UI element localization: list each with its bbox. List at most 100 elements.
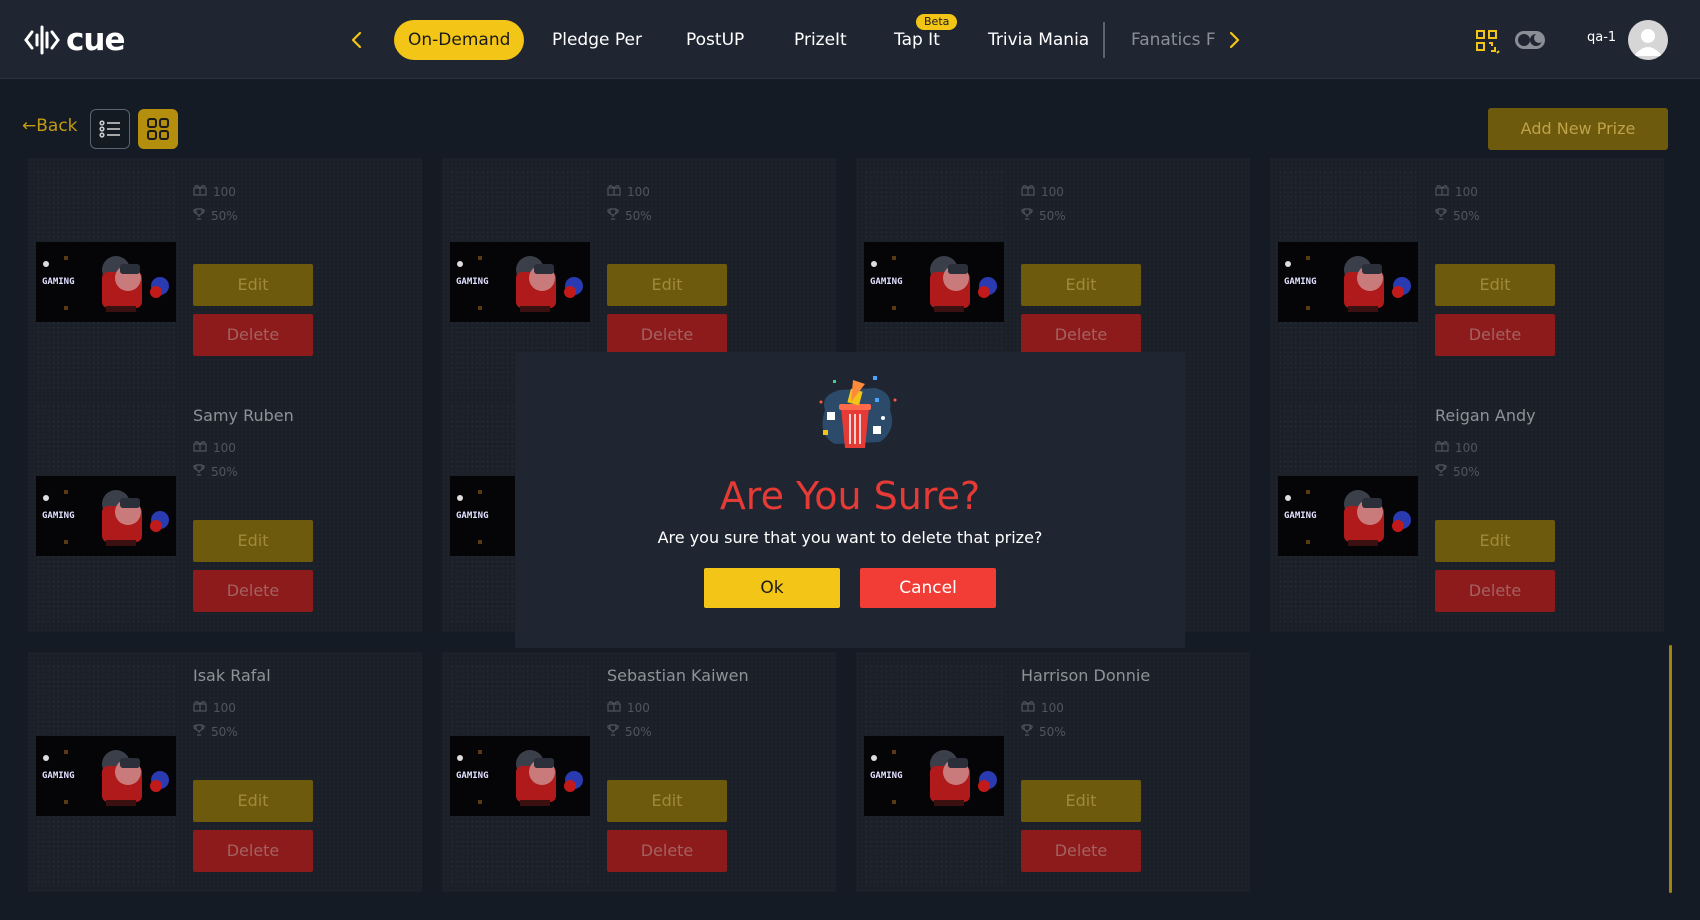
list-icon bbox=[99, 120, 120, 138]
prize-points: 100 bbox=[193, 700, 236, 715]
delete-confirm-dialog: Are You Sure? Are you sure that you want… bbox=[515, 352, 1185, 648]
thumbnail-text: GAMING bbox=[870, 771, 903, 781]
edit-button[interactable]: Edit bbox=[607, 780, 727, 822]
thumbnail-text: GAMING bbox=[870, 277, 903, 287]
percent-value: 50% bbox=[1039, 724, 1066, 739]
gaming-thumbnail-icon: GAMING bbox=[864, 736, 1004, 816]
delete-button[interactable]: Delete bbox=[193, 830, 313, 872]
edit-button[interactable]: Edit bbox=[1021, 780, 1141, 822]
top-nav-bar: cue On-Demand Pledge Per PostUP PrizeIt … bbox=[0, 0, 1700, 79]
edit-button[interactable]: Edit bbox=[607, 264, 727, 306]
grid-view-button[interactable] bbox=[138, 109, 178, 149]
trophy-icon bbox=[607, 208, 619, 223]
percent-value: 50% bbox=[1453, 464, 1480, 479]
thumbnail-text: GAMING bbox=[1284, 511, 1317, 521]
tab-trivia-mania[interactable]: Trivia Mania bbox=[988, 20, 1089, 60]
dialog-message: Are you sure that you want to delete tha… bbox=[657, 528, 1043, 547]
user-icon bbox=[1634, 29, 1662, 56]
percent-value: 50% bbox=[211, 464, 238, 479]
prize-percent: 50% bbox=[607, 208, 652, 223]
thumbnail-text: GAMING bbox=[456, 771, 489, 781]
prize-card: GAMING 100 50% Edit Delete bbox=[28, 158, 422, 398]
gaming-thumbnail-icon: GAMING bbox=[450, 242, 590, 322]
prize-name: Reigan Andy bbox=[1435, 406, 1536, 425]
avatar[interactable] bbox=[1628, 20, 1668, 60]
edit-button[interactable]: Edit bbox=[193, 520, 313, 562]
tab-pledge-per[interactable]: Pledge Per bbox=[552, 20, 642, 60]
delete-button[interactable]: Delete bbox=[607, 314, 727, 356]
add-new-prize-button[interactable]: Add New Prize bbox=[1488, 108, 1668, 150]
prize-name: Isak Rafal bbox=[193, 666, 271, 685]
points-value: 100 bbox=[627, 700, 650, 715]
ok-button[interactable]: Ok bbox=[704, 568, 840, 608]
points-value: 100 bbox=[627, 184, 650, 199]
tab-prizeit[interactable]: PrizeIt bbox=[794, 20, 847, 60]
delete-button[interactable]: Delete bbox=[1435, 570, 1555, 612]
points-value: 100 bbox=[213, 440, 236, 455]
edit-button[interactable]: Edit bbox=[1435, 264, 1555, 306]
delete-button[interactable]: Delete bbox=[1435, 314, 1555, 356]
prize-thumbnail: GAMING bbox=[36, 476, 176, 556]
prize-points: 100 bbox=[193, 184, 236, 199]
thumbnail-text: GAMING bbox=[42, 277, 75, 287]
tab-on-demand[interactable]: On-Demand bbox=[394, 20, 525, 60]
prize-card: GAMING Isak Rafal 100 50% Edit Delete bbox=[28, 652, 422, 892]
beta-badge: Beta bbox=[916, 14, 958, 30]
gaming-thumbnail-icon: GAMING bbox=[864, 242, 1004, 322]
prize-points: 100 bbox=[193, 440, 236, 455]
delete-button[interactable]: Delete bbox=[193, 570, 313, 612]
prize-percent: 50% bbox=[1021, 208, 1066, 223]
prize-points: 100 bbox=[1435, 184, 1478, 199]
prize-thumbnail: GAMING bbox=[36, 242, 176, 322]
points-value: 100 bbox=[1041, 700, 1064, 715]
edit-button[interactable]: Edit bbox=[1021, 264, 1141, 306]
gaming-thumbnail-icon: GAMING bbox=[36, 476, 176, 556]
gaming-thumbnail-icon: GAMING bbox=[36, 736, 176, 816]
trophy-icon bbox=[193, 208, 205, 223]
edit-button[interactable]: Edit bbox=[193, 780, 313, 822]
percent-value: 50% bbox=[1039, 208, 1066, 223]
prize-thumbnail: GAMING bbox=[450, 736, 590, 816]
delete-button[interactable]: Delete bbox=[607, 830, 727, 872]
percent-value: 50% bbox=[625, 724, 652, 739]
prize-thumbnail: GAMING bbox=[1278, 242, 1418, 322]
prize-percent: 50% bbox=[1435, 464, 1480, 479]
gift-icon bbox=[1021, 184, 1035, 199]
edit-button[interactable]: Edit bbox=[193, 264, 313, 306]
gift-icon bbox=[193, 700, 207, 715]
prize-points: 100 bbox=[1021, 700, 1064, 715]
delete-button[interactable]: Delete bbox=[1021, 314, 1141, 356]
scrollbar-thumb[interactable] bbox=[1669, 645, 1672, 893]
back-link[interactable]: ←Back bbox=[22, 116, 78, 136]
prize-thumbnail: GAMING bbox=[864, 242, 1004, 322]
prize-percent: 50% bbox=[607, 724, 652, 739]
gaming-thumbnail-icon: GAMING bbox=[1278, 242, 1418, 322]
cancel-button[interactable]: Cancel bbox=[860, 568, 996, 608]
theme-toggle[interactable] bbox=[1513, 29, 1547, 51]
thumbnail-text: GAMING bbox=[1284, 277, 1317, 287]
cue-logo[interactable]: cue bbox=[24, 20, 125, 60]
prize-card: GAMING Harrison Donnie 100 50% Edit Delete bbox=[856, 652, 1250, 892]
thumbnail-text: GAMING bbox=[42, 771, 75, 781]
qr-code-icon[interactable] bbox=[1474, 28, 1502, 56]
nav-prev-arrow-icon[interactable] bbox=[341, 24, 373, 56]
trophy-icon bbox=[1021, 208, 1033, 223]
tab-fanatics[interactable]: Fanatics F bbox=[1131, 20, 1216, 60]
prize-percent: 50% bbox=[193, 208, 238, 223]
gaming-thumbnail-icon: GAMING bbox=[450, 736, 590, 816]
gift-icon bbox=[1435, 184, 1449, 199]
tab-postup[interactable]: PostUP bbox=[686, 20, 744, 60]
points-value: 100 bbox=[1041, 184, 1064, 199]
list-view-button[interactable] bbox=[90, 109, 130, 149]
prize-thumbnail: GAMING bbox=[1278, 476, 1418, 556]
trophy-icon bbox=[193, 464, 205, 479]
delete-button[interactable]: Delete bbox=[193, 314, 313, 356]
user-name: qa-1 bbox=[1587, 30, 1617, 45]
edit-button[interactable]: Edit bbox=[1435, 520, 1555, 562]
prize-percent: 50% bbox=[193, 724, 238, 739]
nav-next-arrow-icon[interactable] bbox=[1218, 24, 1250, 56]
delete-button[interactable]: Delete bbox=[1021, 830, 1141, 872]
prize-name: Sebastian Kaiwen bbox=[607, 666, 749, 685]
prize-percent: 50% bbox=[1435, 208, 1480, 223]
gift-icon bbox=[193, 184, 207, 199]
